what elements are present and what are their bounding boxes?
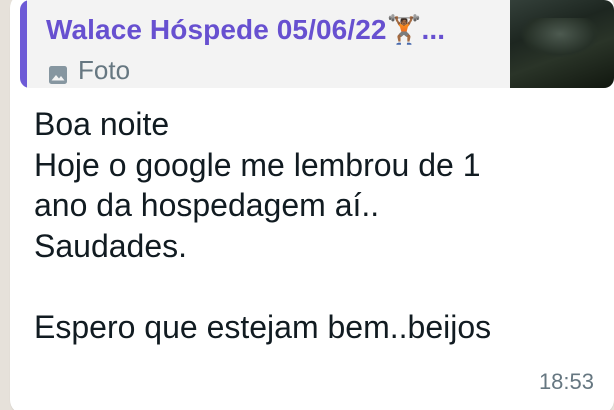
quote-accent-bar — [20, 0, 27, 88]
photo-icon — [48, 61, 68, 84]
message-text: Boa noite Hoje o google me lembrou de 1 … — [34, 106, 492, 345]
quoted-type-label: Foto — [78, 55, 131, 85]
quoted-author: Walace Hóspede 05/06/22🏋🏾... — [46, 14, 446, 45]
quoted-photo-thumbnail[interactable] — [510, 0, 614, 88]
thumbnail-image-content — [520, 18, 600, 58]
message-timestamp: 18:53 — [538, 369, 594, 394]
message-bubble[interactable]: Walace Hóspede 05/06/22🏋🏾... Foto Boa no… — [10, 0, 614, 410]
quoted-media-type: Foto — [46, 55, 130, 86]
quoted-message[interactable]: Walace Hóspede 05/06/22🏋🏾... Foto — [20, 0, 614, 88]
chat-area: Walace Hóspede 05/06/22🏋🏾... Foto Boa no… — [0, 0, 614, 410]
